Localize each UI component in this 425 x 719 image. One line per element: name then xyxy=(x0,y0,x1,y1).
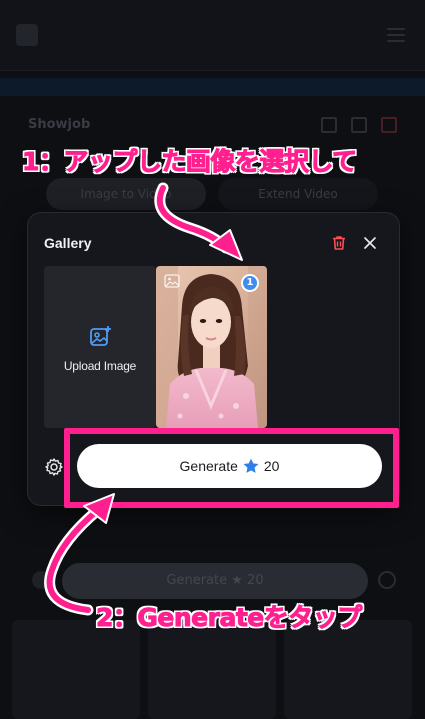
upload-image-tile[interactable]: Upload Image xyxy=(44,266,156,428)
announcement-banner xyxy=(0,78,425,96)
annotation-step-2: 2：Generateをタップ xyxy=(96,603,363,633)
background-generate-label: Generate xyxy=(166,573,228,588)
image-add-icon xyxy=(90,326,111,346)
thumbnail[interactable] xyxy=(12,620,140,719)
upload-image-label: Upload Image xyxy=(63,359,137,373)
background-thumbnails xyxy=(12,620,412,719)
trash-icon[interactable] xyxy=(330,234,348,252)
copy-icon[interactable] xyxy=(351,117,367,133)
close-icon[interactable] xyxy=(361,234,379,252)
tab-extend-video[interactable]: Extend Video xyxy=(218,178,378,210)
generate-highlight-box xyxy=(64,428,399,508)
background-star-icon: ★ xyxy=(231,573,248,588)
mode-tabs: Image to Video Extend Video xyxy=(46,178,378,210)
menu-icon[interactable] xyxy=(387,28,405,42)
section-tools xyxy=(321,117,397,133)
settings-icon[interactable] xyxy=(44,457,64,477)
thumbnail[interactable] xyxy=(148,620,276,719)
share-icon[interactable] xyxy=(321,117,337,133)
gallery-title: Gallery xyxy=(44,235,92,251)
section-title: Showjob xyxy=(28,117,91,132)
background-generate-button[interactable]: Generate ★ 20 xyxy=(62,563,368,599)
tab-image-to-video[interactable]: Image to Video xyxy=(46,178,206,210)
annotation-step-1: 1：アップした画像を選択して xyxy=(22,147,358,177)
app-logo xyxy=(16,24,38,46)
delete-icon[interactable] xyxy=(381,117,397,133)
background-toggle[interactable] xyxy=(32,571,50,589)
image-icon xyxy=(164,274,180,288)
background-info-icon[interactable] xyxy=(378,571,396,589)
thumbnail[interactable] xyxy=(284,620,412,719)
background-generate-cost: 20 xyxy=(247,573,264,588)
app-header xyxy=(0,0,425,71)
selection-count-badge: 1 xyxy=(241,274,259,292)
